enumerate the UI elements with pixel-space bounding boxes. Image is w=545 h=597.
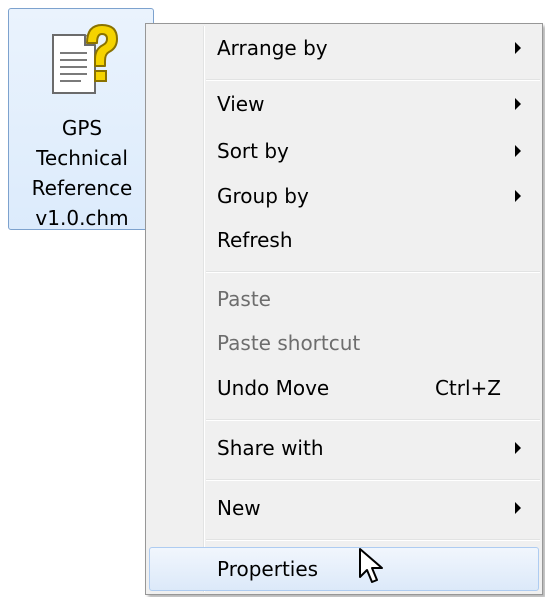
menu-separator <box>206 79 540 81</box>
menu-item-label: Share with <box>217 436 324 460</box>
submenu-arrow-icon <box>515 442 521 454</box>
menu-item-sort-by[interactable]: Sort by <box>149 129 539 173</box>
arrow-cursor-icon <box>359 548 383 583</box>
menu-item-label: View <box>217 92 265 116</box>
chm-help-file-icon <box>52 24 118 94</box>
menu-separator <box>206 539 540 541</box>
menu-item-group-by[interactable]: Group by <box>149 174 539 218</box>
menu-separator <box>206 479 540 481</box>
submenu-arrow-icon <box>515 42 521 54</box>
menu-item-share-with[interactable]: Share with <box>149 426 539 470</box>
menu-item-paste[interactable]: Paste <box>149 277 539 321</box>
menu-item-properties[interactable]: Properties <box>149 547 539 591</box>
menu-item-paste-shortcut[interactable]: Paste shortcut <box>149 321 539 365</box>
submenu-arrow-icon <box>515 502 521 514</box>
menu-item-undo-move[interactable]: Undo Move Ctrl+Z <box>149 366 539 410</box>
submenu-arrow-icon <box>515 98 521 110</box>
menu-item-view[interactable]: View <box>149 82 539 126</box>
menu-separator <box>206 419 540 421</box>
menu-item-label: Undo Move <box>217 376 330 400</box>
desktop-context-menu: Arrange by View Sort by Group by Refresh… <box>145 23 543 595</box>
menu-item-refresh[interactable]: Refresh <box>149 218 539 262</box>
file-name-label: GPS Technical Reference v1.0.chm <box>31 116 133 230</box>
menu-separator <box>206 271 540 273</box>
menu-item-label: Properties <box>217 557 319 581</box>
desktop-file-gps-technical-reference[interactable]: GPS Technical Reference v1.0.chm <box>8 8 154 230</box>
menu-item-label: Arrange by <box>217 36 328 60</box>
menu-item-new[interactable]: New <box>149 486 539 530</box>
menu-item-arrange-by[interactable]: Arrange by <box>149 26 539 70</box>
submenu-arrow-icon <box>515 190 521 202</box>
menu-item-label: Sort by <box>217 139 289 163</box>
menu-item-label: Refresh <box>217 228 293 252</box>
shortcut-label: Ctrl+Z <box>434 376 501 400</box>
menu-item-label: New <box>217 496 261 520</box>
menu-item-label: Group by <box>217 184 309 208</box>
menu-item-label: Paste <box>217 287 271 311</box>
menu-item-label: Paste shortcut <box>217 331 361 355</box>
submenu-arrow-icon <box>515 145 521 157</box>
